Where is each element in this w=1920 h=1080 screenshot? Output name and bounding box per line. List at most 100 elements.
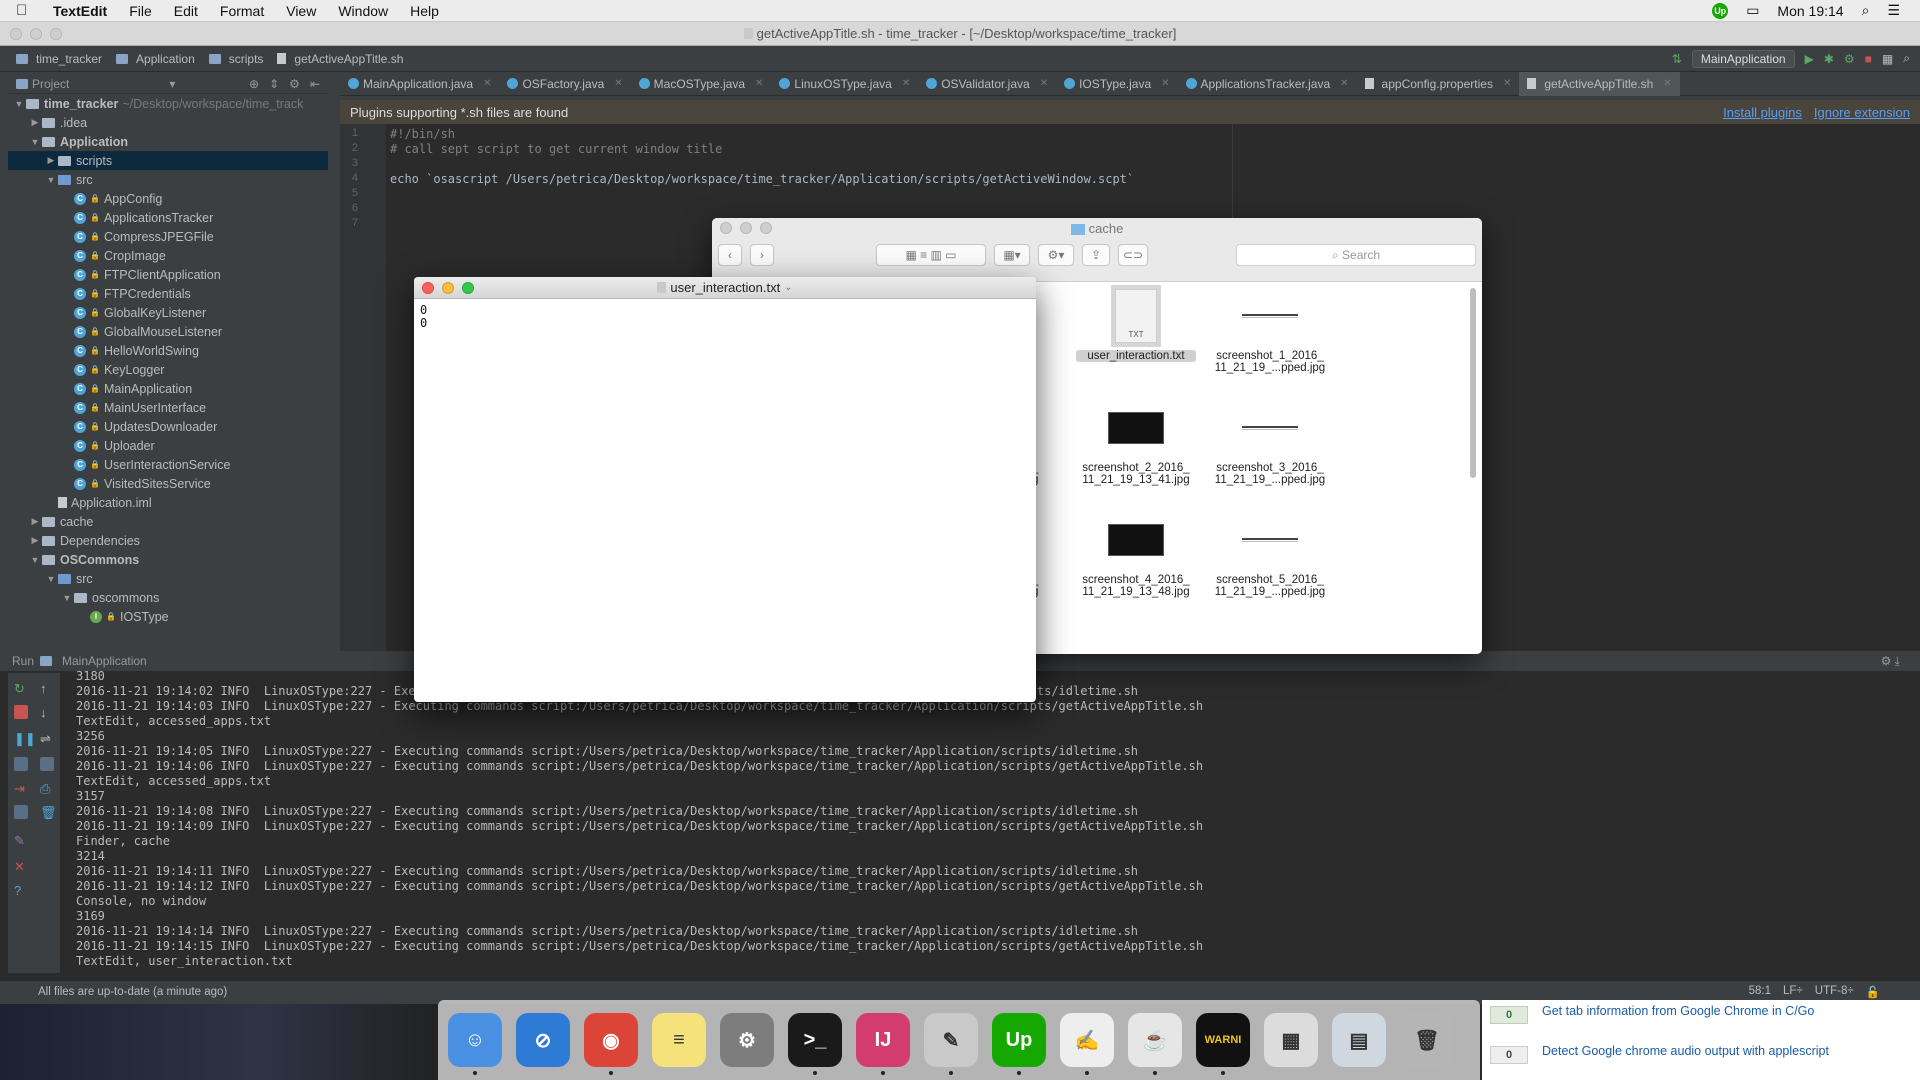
tree-item[interactable]: ▶ .idea: [8, 113, 328, 132]
breadcrumb-folder[interactable]: scripts: [208, 52, 263, 66]
share-icon[interactable]: ⇪: [1082, 244, 1110, 266]
exit-icon[interactable]: ⇥: [14, 781, 28, 796]
run-icon[interactable]: ▶: [1805, 52, 1814, 66]
search-input[interactable]: ⌕ Search: [1236, 244, 1476, 266]
tree-item[interactable]: ▼ src: [8, 569, 328, 588]
tree-item[interactable]: C 🔒 FTPCredentials: [8, 284, 328, 303]
display-icon[interactable]: ▭: [1746, 2, 1759, 19]
clock[interactable]: Mon 19:14: [1777, 3, 1843, 19]
editor-tab[interactable]: getActiveAppTitle.sh ✕: [1519, 71, 1680, 96]
settings-icon[interactable]: ⚙: [289, 77, 300, 91]
run-config-tab[interactable]: MainApplication: [62, 654, 147, 668]
dock-intellij-icon[interactable]: IJ: [856, 1013, 910, 1075]
pin-icon[interactable]: ✎: [14, 833, 28, 848]
close-button[interactable]: [422, 282, 434, 294]
status-message[interactable]: All files are up-to-date (a minute ago): [38, 986, 227, 998]
close-tab-icon[interactable]: ✕: [483, 78, 491, 89]
menu-format[interactable]: Format: [209, 3, 275, 19]
tree-item[interactable]: ▼ Application: [8, 132, 328, 151]
line-separator[interactable]: LF÷: [1783, 985, 1803, 999]
close-tab-icon[interactable]: ✕: [1663, 78, 1671, 89]
editor-tab[interactable]: appConfig.properties ✕: [1357, 72, 1520, 96]
notification-link[interactable]: Get tab information from Google Chrome i…: [1542, 1004, 1814, 1019]
apple-menu-icon[interactable]: : [16, 2, 42, 19]
dock-trash-icon[interactable]: 🗑: [1400, 1013, 1454, 1067]
scroll-from-source-icon[interactable]: ⊕: [249, 77, 259, 91]
tree-item[interactable]: ▼ OSCommons: [8, 550, 328, 569]
soft-wrap-icon[interactable]: ⇌: [40, 731, 54, 746]
textedit-body[interactable]: 0 0: [414, 299, 1036, 333]
tree-item[interactable]: C 🔒 MainApplication: [8, 379, 328, 398]
dock-terminal-icon[interactable]: >_: [788, 1013, 842, 1075]
action-gear-icon[interactable]: ⚙▾: [1038, 244, 1074, 266]
dock-downloads-icon[interactable]: ▤: [1332, 1013, 1386, 1067]
notification-link[interactable]: Detect Google chrome audio output with a…: [1542, 1044, 1829, 1059]
tree-item[interactable]: C 🔒 AppConfig: [8, 189, 328, 208]
dock-system-preferences-icon[interactable]: ⚙: [720, 1013, 774, 1067]
up-icon[interactable]: ↑: [40, 681, 54, 696]
editor-tab[interactable]: ApplicationsTracker.java ✕: [1178, 72, 1357, 96]
finder-file-item[interactable]: screenshot_2_2016_ 11_21_19_13_41.jpg: [1076, 400, 1196, 486]
view-mode-control[interactable]: ▦ ≡ ▥ ▭: [876, 244, 986, 266]
scroll-to-end-icon[interactable]: [40, 757, 54, 771]
chevron-down-icon[interactable]: ▼: [28, 555, 42, 565]
chevron-down-icon[interactable]: ⌄: [784, 282, 792, 293]
tree-item[interactable]: ▶ scripts: [8, 151, 328, 170]
clear-icon[interactable]: 🗑: [40, 805, 57, 820]
stop-icon[interactable]: [14, 705, 28, 719]
dock-chrome-icon[interactable]: ◉: [584, 1013, 638, 1075]
search-everywhere-icon[interactable]: ⌕: [1903, 51, 1910, 66]
finder-file-item[interactable]: screenshot_4_2016_ 11_21_19_13_48.jpg: [1076, 512, 1196, 598]
console-output[interactable]: 3180 2016-11-21 19:14:02 INFO LinuxOSType…: [76, 669, 1203, 969]
down-icon[interactable]: ↓: [40, 705, 54, 720]
minimize-button[interactable]: [30, 28, 42, 40]
tree-item[interactable]: C 🔒 GlobalKeyListener: [8, 303, 328, 322]
finder-file-item[interactable]: TXT user_interaction.txt: [1076, 285, 1196, 362]
dock-upwork-icon[interactable]: Up: [992, 1013, 1046, 1075]
close-tab-icon[interactable]: ✕: [755, 78, 763, 89]
minimize-button[interactable]: [442, 282, 454, 294]
tree-item[interactable]: ▶ Dependencies: [8, 531, 328, 550]
tree-item[interactable]: C 🔒 UpdatesDownloader: [8, 417, 328, 436]
tree-item[interactable]: C 🔒 VisitedSitesService: [8, 474, 328, 493]
close-tab-icon[interactable]: ✕: [902, 78, 910, 89]
tree-item[interactable]: C 🔒 Uploader: [8, 436, 328, 455]
close-tab-icon[interactable]: ✕: [1161, 78, 1169, 89]
notification-center-icon[interactable]: ☰: [1887, 2, 1900, 19]
chevron-right-icon[interactable]: ▶: [28, 516, 42, 527]
chevron-right-icon[interactable]: ▶: [44, 155, 58, 166]
lock-icon[interactable]: 🔓: [1866, 985, 1880, 999]
tree-item[interactable]: ▶ cache: [8, 512, 328, 531]
debug-icon[interactable]: ✱: [1824, 52, 1834, 66]
hide-panel-icon[interactable]: ⇤: [310, 77, 320, 91]
menu-file[interactable]: File: [118, 3, 163, 19]
dock-notes-icon[interactable]: ≡: [652, 1013, 706, 1067]
tree-item[interactable]: I 🔒 IOSType: [8, 607, 328, 626]
tags-icon[interactable]: ⊂⊃: [1118, 244, 1148, 266]
editor-tab[interactable]: MacOSType.java ✕: [631, 72, 772, 96]
chevron-down-icon[interactable]: ▼: [12, 99, 26, 109]
finder-file-item[interactable]: screenshot_5_2016_ 11_21_19_...pped.jpg: [1210, 512, 1330, 598]
dock-java-icon[interactable]: ☕: [1128, 1013, 1182, 1075]
tree-item[interactable]: C 🔒 KeyLogger: [8, 360, 328, 379]
editor-tab[interactable]: OSValidator.java ✕: [918, 72, 1056, 96]
chevron-down-icon[interactable]: ▼: [28, 137, 42, 147]
notification-item[interactable]: 0 Detect Google chrome audio output with …: [1482, 1040, 1920, 1080]
menu-view[interactable]: View: [275, 3, 327, 19]
upwork-status-icon[interactable]: Up: [1712, 2, 1729, 19]
dock-script-editor-icon[interactable]: ✎: [924, 1013, 978, 1075]
chevron-down-icon[interactable]: ▼: [44, 574, 58, 584]
tree-item[interactable]: ▼ time_tracker ~/Desktop/workspace/time_tr…: [8, 94, 328, 113]
forward-button[interactable]: ›: [750, 244, 774, 266]
close-button[interactable]: [10, 28, 22, 40]
code-area[interactable]: #!/bin/sh # call sept script to get curre…: [390, 127, 1134, 232]
back-button[interactable]: ‹: [718, 244, 742, 266]
run-settings-icon[interactable]: ⚙ ⤓: [1881, 654, 1920, 669]
editor-tab[interactable]: LinuxOSType.java ✕: [771, 72, 918, 96]
print-icon[interactable]: ⎙: [40, 781, 54, 796]
tree-item[interactable]: C 🔒 MainUserInterface: [8, 398, 328, 417]
textedit-title[interactable]: user_interaction.txt: [670, 280, 780, 295]
editor-tab[interactable]: IOSType.java ✕: [1056, 72, 1177, 96]
rerun-icon[interactable]: ↻: [14, 681, 28, 696]
tree-item[interactable]: C 🔒 FTPClientApplication: [8, 265, 328, 284]
